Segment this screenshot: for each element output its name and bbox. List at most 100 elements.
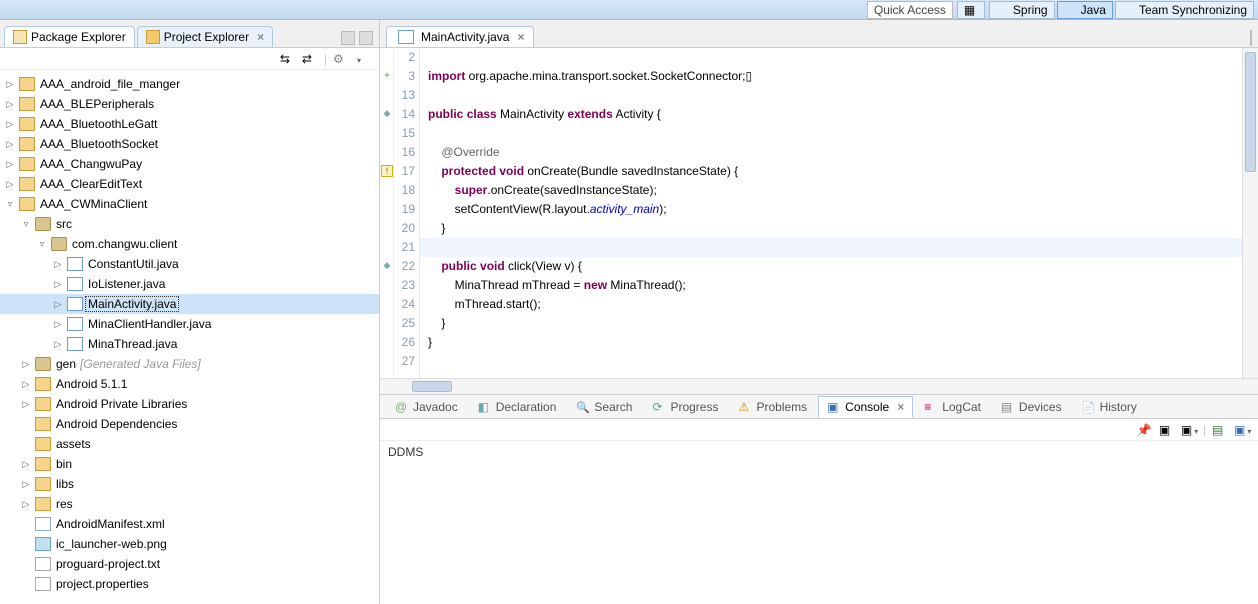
line-number[interactable]: 15	[394, 124, 415, 143]
tree-item[interactable]: project.properties	[0, 574, 379, 594]
expand-icon[interactable]: ▷	[52, 279, 64, 290]
tree-item[interactable]: assets	[0, 434, 379, 454]
collapse-all-icon[interactable]: ⇆	[280, 52, 296, 66]
code-line[interactable]: mThread.start();	[420, 295, 1242, 314]
code-line[interactable]: }	[420, 314, 1242, 333]
code-line[interactable]: import org.apache.mina.transport.socket.…	[420, 67, 1242, 86]
code-line[interactable]: public void click(View v) {	[420, 257, 1242, 276]
view-menu-icon[interactable]	[355, 52, 371, 66]
horizontal-scrollbar[interactable]	[380, 378, 1258, 394]
editor-tab-mainactivity[interactable]: MainActivity.java ×	[386, 26, 534, 47]
line-number[interactable]: 20	[394, 219, 415, 238]
tree-item[interactable]: ▿src	[0, 214, 379, 234]
tab-devices[interactable]: Devices	[992, 396, 1071, 418]
expand-icon[interactable]: ▷	[20, 459, 32, 470]
line-number[interactable]: 13	[394, 86, 415, 105]
tree-item[interactable]: ▷MinaThread.java	[0, 334, 379, 354]
tab-project-explorer[interactable]: Project Explorer ×	[137, 26, 273, 47]
tree-item[interactable]: ▷libs	[0, 474, 379, 494]
tree-item[interactable]: AndroidManifest.xml	[0, 514, 379, 534]
expand-icon[interactable]: ▷	[4, 159, 16, 170]
diamond-marker-icon[interactable]: ◆	[381, 108, 393, 120]
open-perspective-button[interactable]: ▦	[957, 1, 985, 19]
expand-icon[interactable]: ▷	[52, 339, 64, 350]
diamond-marker-icon[interactable]: ◆	[381, 260, 393, 272]
scrollbar-thumb[interactable]	[412, 381, 452, 392]
line-number[interactable]: 17	[394, 162, 415, 181]
line-number[interactable]: 23	[394, 276, 415, 295]
tab-javadoc[interactable]: Javadoc	[386, 396, 467, 418]
line-number[interactable]: 2	[394, 48, 415, 67]
tree-item[interactable]: ▷MinaClientHandler.java	[0, 314, 379, 334]
tree-item[interactable]: ▷AAA_ClearEditText	[0, 174, 379, 194]
expand-icon[interactable]: ▷	[4, 79, 16, 90]
tree-item[interactable]: ▷Android Private Libraries	[0, 394, 379, 414]
expand-icon[interactable]: ▷	[20, 499, 32, 510]
clear-console-icon[interactable]: ▤	[1212, 423, 1228, 437]
tree-item[interactable]: ic_launcher-web.png	[0, 534, 379, 554]
tree-item[interactable]: ▷gen [Generated Java Files]	[0, 354, 379, 374]
expand-icon[interactable]: ▷	[4, 119, 16, 130]
code-line[interactable]: setContentView(R.layout.activity_main);	[420, 200, 1242, 219]
tree-item[interactable]: ▷IoListener.java	[0, 274, 379, 294]
tree-item[interactable]: ▷AAA_BluetoothLeGatt	[0, 114, 379, 134]
expand-icon[interactable]: ▿	[4, 199, 16, 210]
plus-marker-icon[interactable]: +	[381, 70, 393, 82]
tree-item[interactable]: ▷bin	[0, 454, 379, 474]
filter-icon[interactable]: ⚙	[333, 52, 349, 66]
expand-icon[interactable]: ▷	[4, 99, 16, 110]
maximize-editor-button[interactable]	[1250, 30, 1252, 46]
tree-item[interactable]: ▿AAA_CWMinaClient	[0, 194, 379, 214]
line-number[interactable]: 25	[394, 314, 415, 333]
code-line[interactable]: protected void onCreate(Bundle savedInst…	[420, 162, 1242, 181]
close-icon[interactable]: ×	[517, 30, 524, 44]
marker-bar[interactable]: +◆!◆	[380, 48, 394, 378]
expand-icon[interactable]: ▷	[52, 319, 64, 330]
scrollbar-thumb[interactable]	[1245, 52, 1256, 172]
minimize-view-button[interactable]	[341, 31, 355, 45]
expand-icon[interactable]: ▷	[20, 479, 32, 490]
line-number[interactable]: 24	[394, 295, 415, 314]
maximize-view-button[interactable]	[359, 31, 373, 45]
line-number[interactable]: 18	[394, 181, 415, 200]
tree-item[interactable]: ▷AAA_BLEPeripherals	[0, 94, 379, 114]
code-line[interactable]	[420, 352, 1242, 371]
tab-problems[interactable]: Problems	[729, 396, 816, 418]
tab-search[interactable]: Search	[567, 396, 641, 418]
tab-declaration[interactable]: Declaration	[469, 396, 566, 418]
close-icon[interactable]: ×	[257, 30, 264, 44]
new-console-icon[interactable]: ▣	[1234, 423, 1250, 437]
quick-access-box[interactable]: Quick Access	[867, 1, 953, 19]
pin-console-icon[interactable]: 📌	[1137, 423, 1153, 437]
code-line[interactable]	[420, 124, 1242, 143]
code-content[interactable]: import org.apache.mina.transport.socket.…	[420, 48, 1242, 378]
tab-package-explorer[interactable]: Package Explorer	[4, 26, 135, 47]
expand-icon[interactable]: ▷	[4, 179, 16, 190]
tab-progress[interactable]: Progress	[643, 396, 727, 418]
tree-item[interactable]: ▷AAA_BluetoothSocket	[0, 134, 379, 154]
line-number[interactable]: 22	[394, 257, 415, 276]
code-line[interactable]: }	[420, 333, 1242, 352]
link-editor-icon[interactable]: ⇄	[302, 52, 318, 66]
expand-icon[interactable]: ▿	[20, 219, 32, 230]
line-number[interactable]: 21	[394, 238, 415, 257]
tree-item[interactable]: ▿com.changwu.client	[0, 234, 379, 254]
tree-item[interactable]: ▷AAA_android_file_manger	[0, 74, 379, 94]
tree-item[interactable]: ▷Android 5.1.1	[0, 374, 379, 394]
close-icon[interactable]: ×	[897, 400, 904, 414]
tree-item[interactable]: ▷AAA_ChangwuPay	[0, 154, 379, 174]
tree-item[interactable]: proguard-project.txt	[0, 554, 379, 574]
open-console-icon[interactable]: ▣	[1181, 423, 1197, 437]
perspective-spring[interactable]: Spring	[989, 1, 1055, 19]
tab-history[interactable]: History	[1073, 396, 1146, 418]
line-number[interactable]: 14	[394, 105, 415, 124]
tree-item[interactable]: ▷ConstantUtil.java	[0, 254, 379, 274]
tab-console[interactable]: Console×	[818, 396, 913, 418]
code-line[interactable]	[420, 238, 1242, 257]
display-selected-console-icon[interactable]: ▣	[1159, 423, 1175, 437]
code-line[interactable]: @Override	[420, 143, 1242, 162]
perspective-team[interactable]: Team Synchronizing	[1115, 1, 1254, 19]
code-line[interactable]: }	[420, 219, 1242, 238]
code-line[interactable]: super.onCreate(savedInstanceState);	[420, 181, 1242, 200]
tree-item[interactable]: Android Dependencies	[0, 414, 379, 434]
